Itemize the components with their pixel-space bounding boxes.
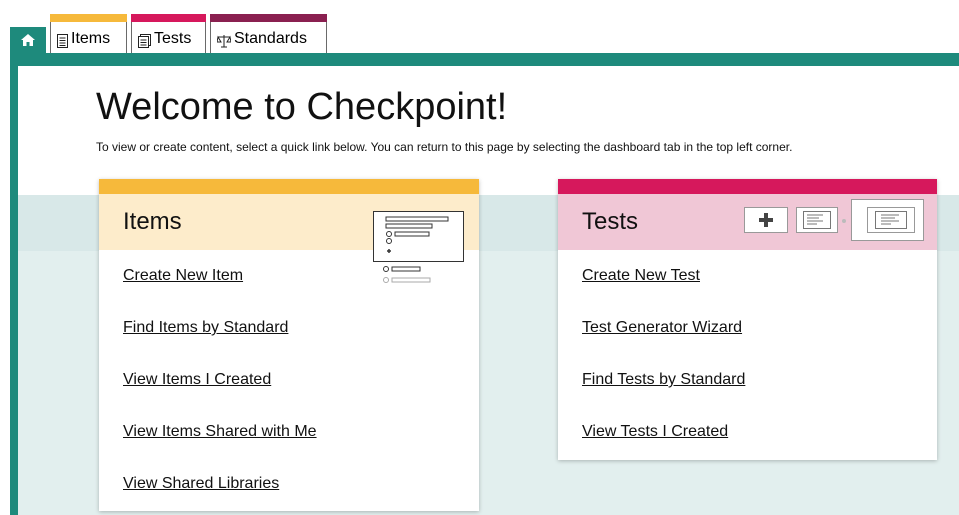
dashboard-content: Welcome to Checkpoint! To view or create… (18, 66, 959, 515)
item-illustration-icon (373, 211, 464, 262)
create-new-item-link[interactable]: Create New Item (123, 250, 317, 302)
tab-items[interactable]: Items (50, 14, 127, 53)
tab-tests-color-strip (131, 14, 206, 22)
tests-card-color-bar (558, 179, 937, 194)
tests-separator-dot (842, 219, 846, 223)
page-title: Welcome to Checkpoint! (96, 86, 508, 128)
items-card-title: Items (123, 208, 182, 235)
dashboard-tab[interactable] (10, 27, 46, 53)
documents-icon (138, 34, 151, 48)
tests-link-list: Create New Test Test Generator Wizard Fi… (582, 250, 745, 458)
tests-card-title: Tests (582, 208, 639, 235)
tab-standards-color-strip (210, 14, 327, 22)
tests-document-illustration-icon (796, 207, 838, 233)
home-icon (21, 34, 35, 46)
tab-items-label: Items (71, 30, 111, 47)
view-items-i-created-link[interactable]: View Items I Created (123, 354, 317, 406)
create-new-test-link[interactable]: Create New Test (582, 250, 745, 302)
tab-standards-label: Standards (234, 30, 307, 47)
document-icon (57, 34, 68, 48)
scales-icon (217, 34, 231, 48)
frame-left-border (10, 53, 18, 515)
view-items-shared-with-me-link[interactable]: View Items Shared with Me (123, 406, 317, 458)
items-card-color-bar (99, 179, 479, 194)
tests-card: Tests Create New Test Test Generator Wiz… (558, 179, 937, 460)
item-illustration-extra-options-icon (383, 266, 431, 283)
tab-items-color-strip (50, 14, 127, 22)
find-tests-by-standard-link[interactable]: Find Tests by Standard (582, 354, 745, 406)
items-link-list: Create New Item Find Items by Standard V… (123, 250, 317, 510)
tab-bar: Items Tests Standards (0, 0, 959, 53)
items-card: Items Create New Item Find Items by Stan… (99, 179, 479, 511)
page-subtitle: To view or create content, select a quic… (96, 140, 793, 154)
items-card-header: Items (99, 194, 479, 283)
find-items-by-standard-link[interactable]: Find Items by Standard (123, 302, 317, 354)
test-generator-wizard-link[interactable]: Test Generator Wizard (582, 302, 745, 354)
tab-tests-label: Tests (154, 30, 192, 47)
frame-top-border (10, 53, 959, 66)
tab-standards[interactable]: Standards (210, 14, 327, 53)
tab-tests[interactable]: Tests (131, 14, 206, 53)
tests-generated-document-illustration-icon (867, 207, 915, 233)
tests-plus-illustration-icon (744, 207, 788, 233)
view-shared-libraries-link[interactable]: View Shared Libraries (123, 458, 317, 510)
view-tests-i-created-link[interactable]: View Tests I Created (582, 406, 745, 458)
